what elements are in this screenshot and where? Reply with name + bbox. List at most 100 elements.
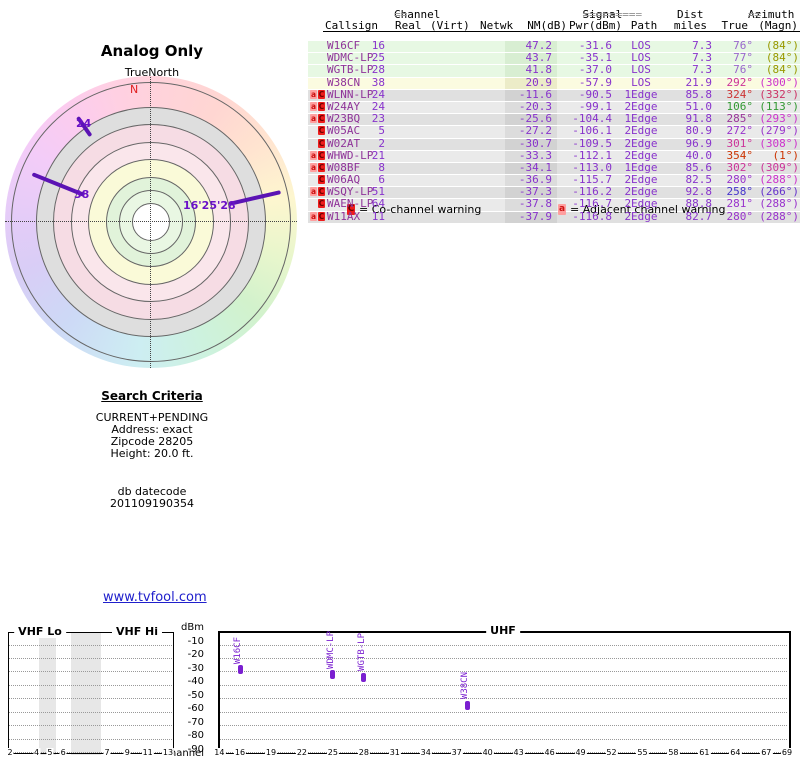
cell-pwr-dbm: -116.2 [572, 185, 612, 199]
cell-real-channel: 24 [371, 99, 385, 113]
gridline [220, 644, 787, 646]
spoke-label-northwest: 24 [76, 117, 92, 130]
col-path: Path [630, 19, 658, 32]
cell-magn-azimuth: (288°) [759, 173, 799, 187]
station-marker [330, 670, 336, 680]
cell-miles: 92.8 [685, 185, 713, 199]
cell-true-azimuth: 77° [733, 51, 753, 65]
cell-nm-db: -20.3 [518, 99, 552, 113]
radar-vertical-axis [150, 77, 151, 368]
radar-center [132, 203, 170, 241]
adjacent-channel-warning-icon: a [310, 114, 317, 124]
cell-true-azimuth: 106° [726, 99, 754, 113]
col-callsign: Callsign [325, 19, 378, 32]
cell-pwr-dbm: -112.1 [572, 148, 612, 162]
cell-magn-azimuth: (332°) [759, 87, 799, 101]
uhf-channel-tick: 34 [419, 748, 432, 758]
uhf-channel-tick: 52 [605, 748, 618, 758]
cell-real-channel: 11 [371, 209, 385, 223]
dbm-tick-label: -10 [187, 636, 204, 647]
header-underline [323, 31, 800, 32]
uhf-channel-tick: 28 [357, 748, 370, 758]
cell-path: 2Edge [624, 99, 658, 113]
vhf-channel-tick: 7 [103, 748, 111, 758]
co-channel-warning-icon: C [318, 126, 325, 136]
tvfool-link[interactable]: www.tvfool.com [103, 590, 207, 605]
gridline [220, 698, 787, 700]
vhf-channel-tick: 9 [123, 748, 131, 758]
spectrum-gap-band [39, 633, 56, 755]
cell-callsign: W16CF [327, 39, 361, 52]
cell-path: 2Edge [624, 136, 658, 150]
cell-path: 2Edge [624, 209, 658, 223]
adjacent-channel-warning-icon: a [310, 89, 317, 99]
cell-magn-azimuth: (1°) [772, 148, 800, 162]
cell-callsign: WAEN-LP [327, 197, 374, 211]
gridline [9, 698, 172, 700]
vhf-channel-tick: 5 [46, 748, 54, 758]
station-label: W38CN [460, 671, 471, 700]
station-marker [361, 672, 367, 682]
cell-true-azimuth: 272° [726, 124, 754, 138]
cell-callsign: W23BQ [327, 112, 361, 126]
cell-magn-azimuth: (84°) [765, 51, 799, 65]
dbm-tick-label: -70 [187, 716, 204, 728]
co-channel-warning-icon: C [318, 162, 325, 172]
cell-true-azimuth: 281° [726, 197, 754, 211]
cell-real-channel: 24 [371, 87, 385, 101]
co-channel-warning-icon: C [318, 175, 325, 185]
cell-miles: 7.3 [692, 51, 712, 65]
gridline [220, 684, 787, 686]
cell-path: 1Edge [624, 112, 658, 126]
station-label: WDMC-LP [325, 630, 336, 669]
uhf-channel-tick: 25 [326, 748, 339, 758]
cell-miles: 96.9 [685, 136, 713, 150]
cell-nm-db: -33.3 [518, 148, 552, 162]
adjacent-channel-warning-icon: a [310, 162, 317, 172]
cell-path: LOS [631, 63, 651, 77]
adjacent-channel-warning-icon: a [310, 187, 317, 197]
cell-miles: 40.0 [685, 148, 713, 162]
cell-true-azimuth: 280° [726, 209, 754, 223]
dbm-tick-label: -20 [187, 649, 204, 661]
cell-magn-azimuth: (288°) [759, 197, 799, 211]
cell-path: 1Edge [624, 87, 658, 101]
vhf-channel-tick: 2 [6, 748, 14, 758]
cell-callsign: W06AQ [327, 173, 361, 187]
col-miles: miles [673, 19, 707, 32]
cell-true-azimuth: 324° [726, 87, 754, 101]
dbm-tick-label: -30 [187, 662, 204, 674]
cell-callsign: WHWD-LP [327, 148, 374, 162]
uhf-channel-tick: 67 [760, 748, 773, 758]
co-channel-warning-icon: C [318, 211, 325, 221]
criteria-height: Height: 20.0 ft. [110, 447, 194, 460]
cell-pwr-dbm: -116.7 [572, 197, 612, 211]
cell-magn-azimuth: (288°) [759, 209, 799, 223]
cell-callsign: W11AX [327, 209, 361, 223]
uhf-channel-tick: 40 [481, 748, 494, 758]
cell-true-azimuth: 301° [726, 136, 754, 150]
uhf-channel-tick: 49 [574, 748, 587, 758]
gridline [9, 644, 172, 646]
cell-miles: 88.8 [685, 197, 713, 211]
uhf-channel-tick: 61 [698, 748, 711, 758]
spoke-label-west: 38 [74, 188, 90, 201]
cell-magn-azimuth: (309°) [759, 160, 799, 174]
cell-nm-db: -30.7 [518, 136, 552, 150]
gridline [9, 725, 172, 727]
station-label: WGTB-LP [356, 633, 367, 672]
dbm-tick-label: -80 [187, 730, 204, 742]
cell-nm-db: -27.2 [518, 124, 552, 138]
cell-miles: 82.5 [685, 173, 713, 187]
uhf-panel [218, 631, 791, 756]
cell-magn-azimuth: (84°) [765, 39, 799, 52]
cell-magn-azimuth: (308°) [759, 136, 799, 150]
cell-real-channel: 28 [371, 63, 385, 77]
adjacent-channel-warning-icon: a [310, 211, 317, 221]
cell-callsign: WDMC-LP [327, 51, 374, 65]
cell-true-azimuth: 285° [726, 112, 754, 126]
dbm-axis-label: dBm [181, 622, 204, 633]
adjacent-channel-warning-icon: a [310, 150, 317, 160]
db-datecode-value: 201109190354 [110, 497, 194, 510]
search-criteria: Search Criteria CURRENT+PENDING Address:… [32, 390, 272, 510]
